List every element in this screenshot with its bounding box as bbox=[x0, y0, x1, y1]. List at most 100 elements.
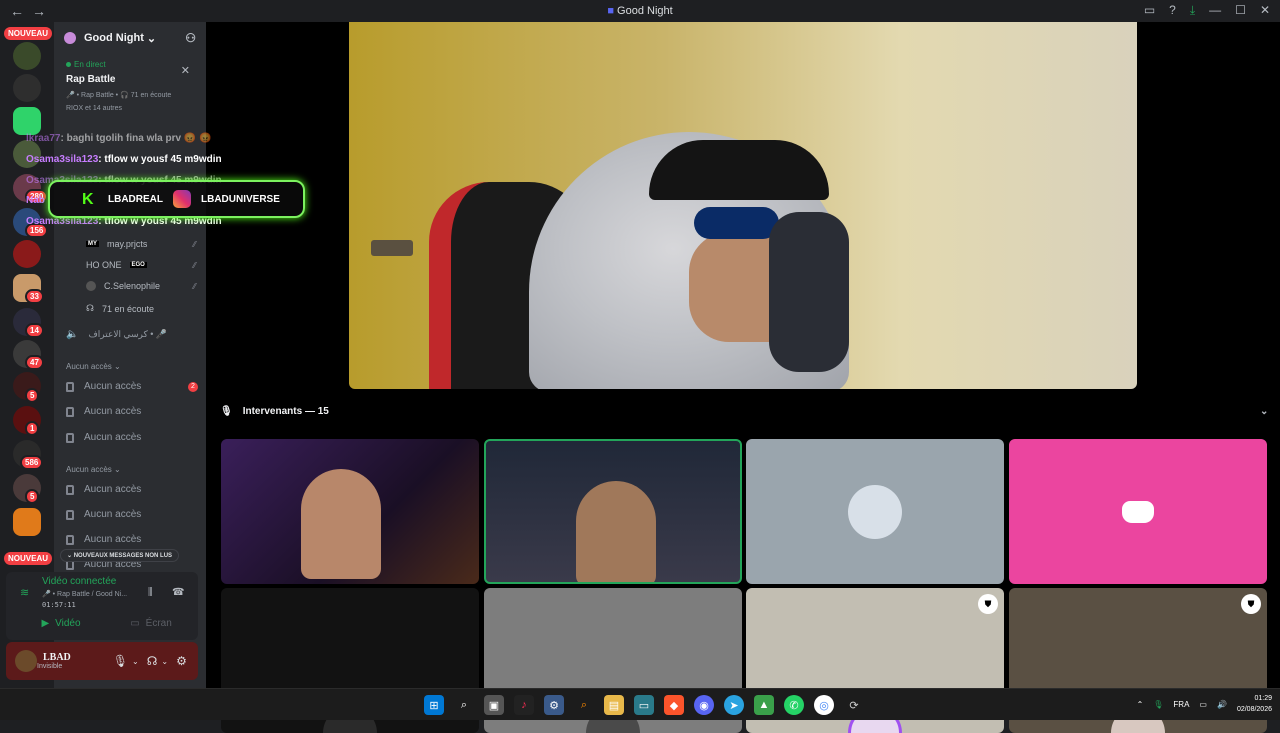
microphone-icon: 🎙 bbox=[220, 406, 233, 417]
notes-app-icon[interactable]: ▭ bbox=[634, 695, 654, 715]
chevron-down-icon[interactable]: ⌄ bbox=[1260, 406, 1268, 417]
lock-icon bbox=[66, 432, 74, 443]
noise-suppression-icon[interactable]: ⫼ bbox=[148, 587, 153, 598]
voice-channel[interactable]: 🔈 كرسي الاعتراف • 🎤 bbox=[66, 329, 198, 340]
locked-channel[interactable]: Aucun accès bbox=[66, 484, 198, 495]
avatar[interactable] bbox=[15, 650, 37, 672]
file-explorer-icon[interactable]: ▤ bbox=[604, 695, 624, 715]
lock-icon bbox=[66, 381, 74, 392]
speakers-label: Intervenants — 15 bbox=[242, 406, 329, 417]
voice-location[interactable]: 🎤 • Rap Battle / Good Ni... bbox=[42, 590, 127, 598]
streamer-arm bbox=[769, 212, 849, 372]
speaker-tile[interactable] bbox=[1009, 439, 1267, 584]
sync-app-icon[interactable]: ⟳ bbox=[844, 695, 864, 715]
locked-channel[interactable]: Aucun accès bbox=[66, 534, 198, 545]
participant-camera bbox=[576, 481, 656, 582]
category-header[interactable]: Aucun accès ⌄ bbox=[66, 465, 121, 474]
game-launcher-icon[interactable]: ▲ bbox=[754, 695, 774, 715]
speaker-tile[interactable] bbox=[746, 439, 1004, 584]
maximize-button[interactable]: ☐ bbox=[1235, 3, 1246, 18]
system-clock[interactable]: 01:29 02/08/2026 bbox=[1237, 693, 1272, 715]
search-icon[interactable]: ⌕ bbox=[454, 695, 474, 715]
live-channel-name[interactable]: Rap Battle bbox=[66, 74, 194, 85]
main-video-feed[interactable] bbox=[349, 22, 1137, 389]
server-header[interactable]: Good Night ⌄ ⚇ bbox=[54, 22, 206, 54]
locked-channel[interactable]: Aucun accès bbox=[66, 406, 198, 417]
lock-icon bbox=[66, 406, 74, 417]
mic-muted-icon: ⁄⁄ bbox=[193, 260, 196, 270]
speaker-emoji-icon: ■ bbox=[607, 5, 614, 17]
disconnect-icon[interactable]: ☎ bbox=[172, 587, 184, 598]
server-icon[interactable] bbox=[13, 74, 41, 102]
lock-icon bbox=[66, 484, 74, 495]
kick-logo-icon: K bbox=[82, 191, 94, 208]
video-button[interactable]: ▶ Vidéo bbox=[16, 612, 106, 634]
back-arrow-icon[interactable]: ← bbox=[10, 3, 24, 19]
member-name: may.prjcts bbox=[107, 239, 148, 249]
chrome-icon[interactable]: ◎ bbox=[814, 695, 834, 715]
mention-badge: 5 bbox=[25, 489, 40, 504]
live-indicator: En direct bbox=[66, 60, 194, 69]
user-panel: LBAD Invisible 🎙 ⌄ ☊ ⌄ ⚙ bbox=[6, 642, 198, 680]
server-icon[interactable] bbox=[13, 508, 41, 536]
voice-connection-panel: ≋ Vidéo connectée 🎤 • Rap Battle / Good … bbox=[6, 572, 198, 640]
close-button[interactable]: ✕ bbox=[1260, 3, 1270, 18]
discord-app-icon[interactable]: ◉ bbox=[694, 695, 714, 715]
tiktok-icon[interactable]: ♪ bbox=[514, 695, 534, 715]
category-header[interactable]: Aucun accès ⌄ bbox=[66, 362, 121, 371]
settings-app-icon[interactable]: ⚙ bbox=[544, 695, 564, 715]
windows-start-icon[interactable]: ⊞ bbox=[424, 695, 444, 715]
locked-channel[interactable]: Aucun accès bbox=[66, 509, 198, 520]
minimize-button[interactable]: — bbox=[1209, 3, 1221, 18]
screen-share-button[interactable]: ▭ Écran bbox=[106, 612, 196, 634]
chevron-down-icon[interactable]: ⌄ bbox=[161, 657, 168, 666]
speaker-tile-speaking[interactable] bbox=[484, 439, 742, 584]
discord-logo-icon bbox=[1122, 500, 1154, 523]
moderator-shield-icon: ⛊ bbox=[1241, 594, 1261, 614]
telegram-icon[interactable]: ➤ bbox=[724, 695, 744, 715]
streamer-cap bbox=[649, 140, 829, 200]
signal-icon[interactable]: ≋ bbox=[20, 586, 29, 599]
username[interactable]: LBAD bbox=[43, 652, 71, 663]
new-badge-bottom[interactable]: NOUVEAU bbox=[4, 552, 53, 565]
server-icon[interactable] bbox=[13, 42, 41, 70]
windows-taskbar: ⊞ ⌕ ▣ ♪ ⚙ ⌕ ▤ ▭ ◆ ◉ ➤ ▲ ✆ ◎ ⟳ ⌃ 🎙 FRA ▭ … bbox=[0, 688, 1280, 720]
server-icon[interactable] bbox=[13, 107, 41, 135]
speaker-tile[interactable] bbox=[221, 439, 479, 584]
brave-browser-icon[interactable]: ◆ bbox=[664, 695, 684, 715]
close-icon[interactable]: ✕ bbox=[181, 64, 190, 77]
microphone-icon[interactable]: 🎙 bbox=[113, 654, 128, 668]
inbox-icon[interactable]: ▭ bbox=[1144, 3, 1155, 18]
new-badge-top[interactable]: NOUVEAU bbox=[4, 27, 53, 40]
chevron-down-icon: ⌄ bbox=[146, 32, 157, 45]
settings-gear-icon[interactable]: ⚙ bbox=[176, 654, 187, 668]
invite-people-icon[interactable]: ⚇ bbox=[185, 31, 196, 45]
member-item[interactable]: C.Selenophile ⁄⁄ bbox=[86, 281, 196, 291]
network-icon[interactable]: ▭ bbox=[1199, 700, 1207, 709]
microphone-icon[interactable]: 🎙 bbox=[1153, 700, 1163, 709]
volume-icon[interactable]: 🔊 bbox=[1217, 700, 1227, 709]
overlay-chat-message: Nab bbox=[26, 195, 45, 206]
forward-arrow-icon[interactable]: → bbox=[32, 3, 46, 19]
chevron-down-icon[interactable]: ⌄ bbox=[132, 657, 139, 666]
locked-channel[interactable]: Aucun accès bbox=[66, 432, 198, 443]
language-indicator[interactable]: FRA bbox=[1173, 700, 1189, 709]
search-app-icon[interactable]: ⌕ bbox=[574, 695, 594, 715]
listeners-count[interactable]: ☊ 71 en écoute bbox=[86, 303, 196, 314]
headphones-icon[interactable]: ☊ bbox=[147, 654, 158, 668]
help-icon[interactable]: ? bbox=[1169, 3, 1176, 18]
camera-icon: ▶ bbox=[41, 617, 50, 629]
server-icon[interactable] bbox=[13, 240, 41, 268]
member-item[interactable]: MY may.prjcts ⁄⁄ bbox=[86, 239, 196, 249]
speakers-header[interactable]: 🎙 Intervenants — 15 ⌄ bbox=[220, 406, 1268, 417]
download-icon[interactable]: ⤓ bbox=[1190, 3, 1195, 18]
whatsapp-icon[interactable]: ✆ bbox=[784, 695, 804, 715]
channel-name: كرسي الاعتراف • 🎤 bbox=[88, 329, 168, 339]
overlay-chat-message: Osama3sila123: tflow w yousf 45 m9wdin bbox=[26, 154, 222, 165]
locked-channel[interactable]: Aucun accès 2 bbox=[66, 381, 198, 392]
chevron-up-icon[interactable]: ⌃ bbox=[1137, 700, 1144, 709]
voice-status[interactable]: Vidéo connectée bbox=[42, 576, 116, 587]
task-view-icon[interactable]: ▣ bbox=[484, 695, 504, 715]
member-item[interactable]: HO ONE EGO ⁄⁄ bbox=[86, 260, 196, 270]
new-unread-messages-pill[interactable]: ⌄ NOUVEAUX MESSAGES NON LUS bbox=[60, 549, 180, 562]
